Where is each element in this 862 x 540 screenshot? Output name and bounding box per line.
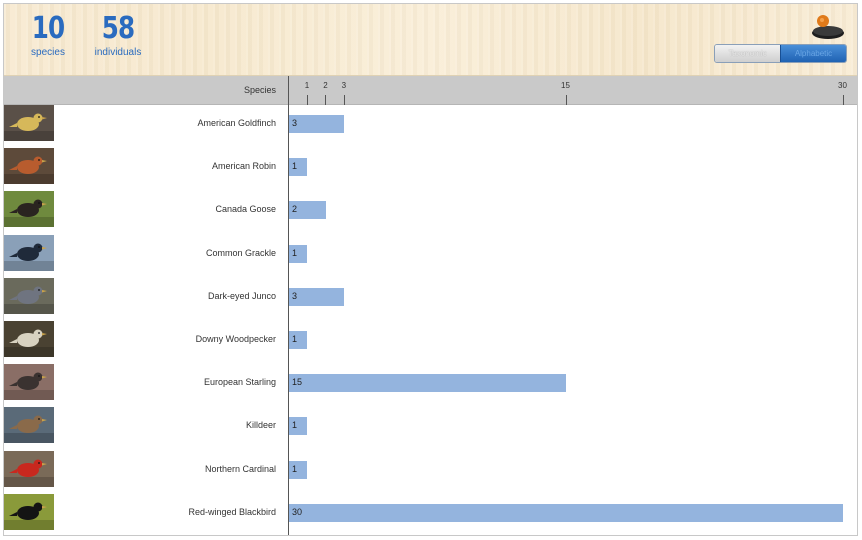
- species-column-header: Species: [243, 85, 276, 95]
- junco-photo[interactable]: [4, 277, 54, 314]
- species-name: Common Grackle: [205, 247, 276, 258]
- axis-tick-label: 2: [323, 81, 328, 90]
- count-bar: [289, 115, 345, 133]
- species-name: American Robin: [211, 161, 276, 172]
- column-header: Species: [4, 76, 857, 105]
- axis-tick-label: 1: [304, 81, 310, 90]
- app-logo-icon: [811, 12, 845, 40]
- bird-count-panel: 10 species 58 individuals Taxonomic Alph…: [3, 3, 858, 536]
- species-row[interactable]: Northern Cardinal 1: [4, 450, 857, 494]
- species-name: American Goldfinch: [197, 118, 276, 128]
- species-row[interactable]: Dark-eyed Junco 3: [4, 277, 857, 321]
- count-value: 30: [292, 506, 303, 517]
- species-row[interactable]: European Starling 15: [4, 364, 857, 407]
- killdeer-photo[interactable]: [4, 407, 54, 444]
- axis-tick-label: 30: [838, 81, 847, 90]
- axis-tick: 15: [561, 76, 570, 105]
- species-name: European Starling: [203, 377, 276, 388]
- count-bar: [289, 503, 843, 522]
- axis-tick: 30: [838, 76, 847, 105]
- count-value: 1: [292, 420, 298, 431]
- species-name: Downy Woodpecker: [195, 334, 276, 344]
- individuals-count: 58: [101, 11, 135, 46]
- species-name: Killdeer: [245, 420, 276, 431]
- axis-tick: 2: [323, 76, 328, 105]
- species-row[interactable]: Common Grackle 1: [4, 234, 857, 278]
- grackle-photo[interactable]: [4, 234, 54, 271]
- individuals-count-stat: 58 individuals: [90, 11, 146, 59]
- species-label: species: [31, 47, 65, 58]
- sort-taxonomic-option[interactable]: Taxonomic: [715, 45, 780, 62]
- species-row[interactable]: Red-winged Blackbird 30: [4, 493, 857, 535]
- species-row[interactable]: Killdeer 1: [4, 407, 857, 450]
- goose-photo[interactable]: [4, 191, 54, 228]
- count-value: 1: [292, 463, 298, 474]
- count-bar: [289, 374, 566, 393]
- robin-photo[interactable]: [4, 148, 54, 185]
- axis-tick-mark: [565, 95, 567, 105]
- cardinal-photo[interactable]: [4, 450, 54, 487]
- species-row[interactable]: Canada Goose 2: [4, 191, 857, 234]
- starling-photo[interactable]: [4, 364, 54, 401]
- axis-tick: 3: [342, 76, 346, 105]
- species-name: Dark-eyed Junco: [207, 290, 276, 301]
- axis-tick-mark: [343, 95, 345, 105]
- species-count: 10: [31, 11, 65, 46]
- axis-tick-label: 3: [341, 81, 347, 90]
- axis-tick-label: 15: [561, 81, 570, 90]
- blackbird-photo[interactable]: [4, 493, 54, 530]
- species-row[interactable]: Downy Woodpecker 1: [4, 321, 857, 364]
- count-value: 1: [292, 334, 298, 344]
- individuals-label: individuals: [94, 47, 142, 58]
- count-value: 15: [292, 377, 303, 388]
- count-value: 1: [292, 247, 298, 258]
- axis-tick-mark: [325, 95, 327, 105]
- axis-tick: 1: [305, 76, 309, 105]
- axis-tick-mark: [306, 95, 308, 105]
- species-name: Red-winged Blackbird: [188, 506, 276, 517]
- species-name: Canada Goose: [215, 204, 276, 215]
- species-name: Northern Cardinal: [204, 463, 276, 474]
- count-value: 3: [292, 290, 298, 301]
- species-row[interactable]: American Robin 1: [4, 148, 857, 191]
- count-value: 2: [292, 204, 298, 215]
- count-value: 3: [292, 118, 298, 128]
- goldfinch-photo[interactable]: [4, 105, 54, 141]
- count-value: 1: [292, 161, 298, 172]
- sort-order-toggle[interactable]: Taxonomic Alphabetic: [714, 44, 847, 63]
- species-row[interactable]: American Goldfinch 3: [4, 105, 857, 148]
- axis-tick-mark: [842, 95, 844, 105]
- woodpecker-photo[interactable]: [4, 321, 54, 357]
- summary-header: 10 species 58 individuals Taxonomic Alph…: [4, 4, 857, 76]
- count-bar: [289, 287, 345, 306]
- species-count-stat: 10 species: [28, 11, 68, 59]
- sort-alphabetic-option[interactable]: Alphabetic: [780, 45, 846, 62]
